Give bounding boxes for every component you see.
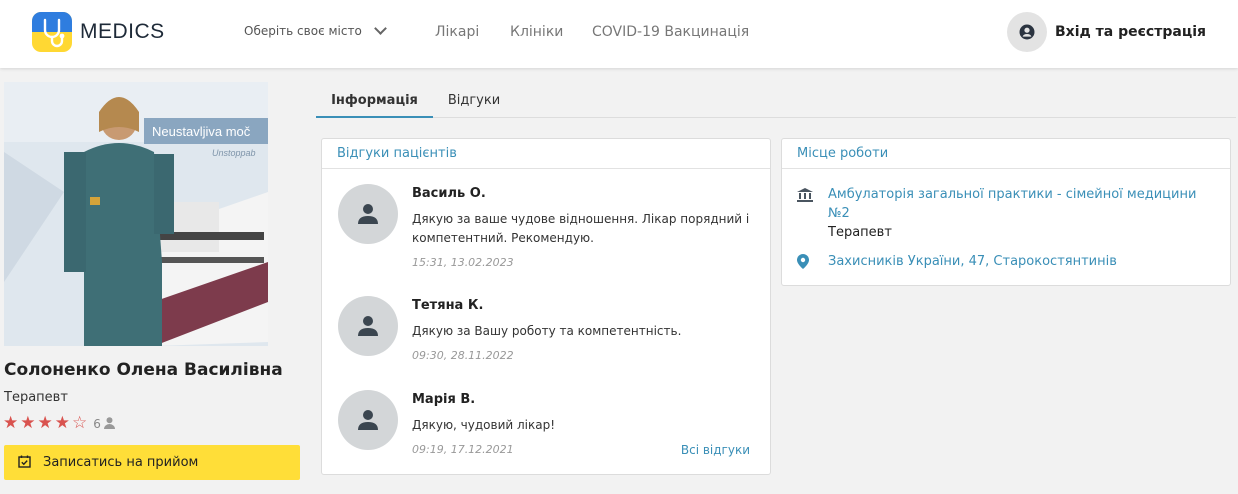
user-circle-icon (1007, 12, 1047, 52)
review-date: 15:31, 13.02.2023 (412, 256, 514, 269)
map-pin-icon (797, 252, 813, 273)
photo-banner-text: Neustavljiva moč (152, 124, 251, 139)
star-filled-icon: ★ (3, 413, 19, 433)
nav-clinics[interactable]: Клініки (510, 24, 563, 40)
profile-tabs: Інформація Відгуки (316, 82, 1236, 118)
chevron-down-icon (373, 22, 387, 35)
user-icon (103, 414, 115, 433)
city-select-label: Оберіть своє місто (244, 24, 362, 38)
city-select[interactable]: Оберіть своє місто (244, 22, 387, 38)
review-author: Марія В. (412, 392, 476, 407)
book-appointment-button[interactable]: Записатись на прийом (4, 445, 300, 480)
logo-text: MEDICS (80, 20, 165, 43)
star-filled-icon: ★ (37, 413, 53, 433)
review-date: 09:30, 28.11.2022 (412, 349, 514, 362)
review-text: Дякую за ваше чудове відношення. Лікар п… (412, 212, 750, 245)
stethoscope-logo-icon (32, 12, 72, 52)
tab-reviews[interactable]: Відгуки (440, 82, 508, 118)
star-filled-icon: ★ (54, 413, 70, 433)
user-avatar-icon (338, 184, 398, 244)
book-appointment-label: Записатись на прийом (43, 455, 199, 470)
clinic-role: Терапевт (828, 225, 892, 240)
workplace-title: Місце роботи (782, 139, 1230, 169)
doctor-name: Солоненко Олена Василівна (4, 360, 283, 380)
user-avatar-icon (338, 390, 398, 450)
review-date: 09:19, 17.12.2021 (412, 443, 514, 456)
patient-reviews-card: Відгуки пацієнтів Василь О. Дякую за ваш… (321, 138, 771, 475)
star-empty-icon: ☆ (72, 413, 88, 433)
review-text: Дякую за Вашу роботу та компетентність. (412, 324, 682, 338)
rating[interactable]: ★ ★ ★ ★ ☆ 6 (3, 414, 115, 433)
user-avatar-icon (338, 296, 398, 356)
institution-icon (797, 185, 813, 242)
workplace-clinic-row: Амбулаторія загальної практики - сімейно… (797, 185, 1217, 242)
doctor-photo: Neustavljiva moč Unstoppab (4, 82, 268, 346)
workplace-card: Місце роботи Амбулаторія загальної практ… (781, 138, 1231, 286)
address-link[interactable]: Захисників України, 47, Старокостянтинів (828, 252, 1117, 273)
review-text: Дякую, чудовий лікар! (412, 418, 556, 432)
nav-covid-vaccination[interactable]: COVID-19 Вакцинація (592, 24, 749, 40)
photo-banner-sub: Unstoppab (212, 148, 256, 158)
review-author: Тетяна К. (412, 298, 484, 313)
workplace-address-row: Захисників України, 47, Старокостянтинів (797, 252, 1117, 273)
reviews-count: 6 (93, 416, 101, 431)
top-header: MEDICS Оберіть своє місто Лікарі Клініки… (0, 0, 1238, 68)
star-filled-icon: ★ (20, 413, 36, 433)
tab-information[interactable]: Інформація (316, 82, 433, 118)
calendar-check-icon (18, 453, 31, 472)
patient-reviews-title: Відгуки пацієнтів (322, 139, 770, 169)
clinic-link[interactable]: Амбулаторія загальної практики - сімейно… (828, 185, 1217, 223)
nav-doctors[interactable]: Лікарі (435, 24, 479, 40)
login-button[interactable]: Вхід та реєстрація (1007, 12, 1206, 52)
doctor-specialty: Терапевт (4, 390, 68, 405)
login-label: Вхід та реєстрація (1055, 24, 1206, 40)
review-author: Василь О. (412, 186, 486, 201)
all-reviews-link[interactable]: Всі відгуки (681, 443, 750, 457)
site-logo[interactable]: MEDICS (32, 12, 165, 52)
